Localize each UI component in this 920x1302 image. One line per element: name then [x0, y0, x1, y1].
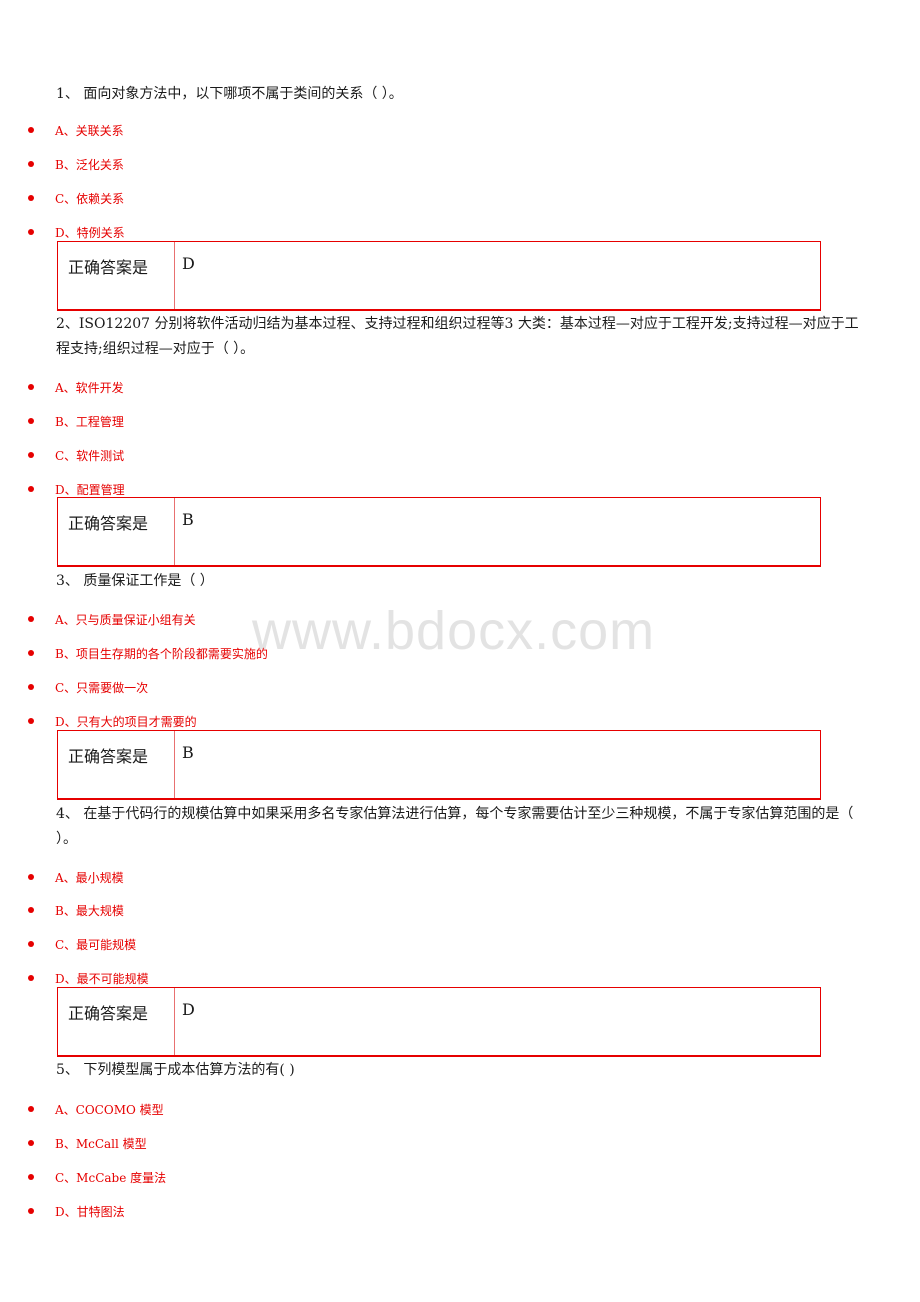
option-label: D、只有大的项目才需要的 [55, 714, 197, 729]
watermark: www.bdocx.com [252, 601, 656, 661]
bullet-icon [28, 452, 34, 458]
question-4-text: 4、 在基于代码行的规模估算中如果采用多名专家估算法进行估算，每个专家需要估计至… [56, 806, 854, 847]
option-3c[interactable]: C、只需要做一次 [28, 677, 148, 697]
bullet-icon [28, 684, 34, 690]
bullet-icon [28, 1208, 34, 1214]
option-3b[interactable]: B、项目生存期的各个阶段都需要实施的 [28, 643, 268, 663]
answer-label: 正确答案是 [58, 731, 175, 798]
bullet-icon [28, 616, 34, 622]
option-5d[interactable]: D、甘特图法 [28, 1201, 125, 1221]
option-label: C、McCabe 度量法 [55, 1170, 167, 1185]
option-label: C、最可能规模 [55, 937, 137, 952]
option-label: B、McCall 模型 [55, 1136, 147, 1151]
option-label: A、最小规模 [55, 870, 124, 885]
option-label: B、工程管理 [55, 414, 124, 429]
answer-value: B [182, 510, 194, 529]
option-label: D、配置管理 [55, 482, 125, 497]
option-5c[interactable]: C、McCabe 度量法 [28, 1167, 166, 1187]
bullet-icon [28, 195, 34, 201]
option-label: A、关联关系 [55, 123, 124, 138]
answer-value: D [182, 254, 195, 273]
option-label: B、项目生存期的各个阶段都需要实施的 [55, 646, 268, 661]
option-2d[interactable]: D、配置管理 [28, 479, 125, 499]
option-1c[interactable]: C、依赖关系 [28, 188, 124, 208]
option-4a[interactable]: A、最小规模 [28, 867, 124, 887]
option-1b[interactable]: B、泛化关系 [28, 154, 124, 174]
option-label: C、只需要做一次 [55, 680, 149, 695]
bullet-icon [28, 718, 34, 724]
answer-label: 正确答案是 [58, 988, 175, 1055]
question-5-text: 5、 下列模型属于成本估算方法的有( ) [56, 1062, 295, 1078]
option-4c[interactable]: C、最可能规模 [28, 934, 136, 954]
bullet-icon [28, 975, 34, 981]
bullet-icon [28, 127, 34, 133]
answer-table-3: 正确答案是 B [57, 730, 821, 800]
option-3a[interactable]: A、只与质量保证小组有关 [28, 609, 196, 629]
question-2-text: 2、ISO12207 分别将软件活动归结为基本过程、支持过程和组织过程等3 大类… [56, 316, 859, 357]
option-1a[interactable]: A、关联关系 [28, 120, 124, 140]
option-3d[interactable]: D、只有大的项目才需要的 [28, 711, 197, 731]
bullet-icon [28, 1140, 34, 1146]
option-label: B、最大规模 [55, 903, 124, 918]
option-label: A、软件开发 [55, 380, 124, 395]
bullet-icon [28, 1174, 34, 1180]
answer-table-2: 正确答案是 B [57, 497, 821, 567]
bullet-icon [28, 907, 34, 913]
answer-table-1: 正确答案是 D [57, 241, 821, 311]
bullet-icon [28, 161, 34, 167]
option-label: C、软件测试 [55, 448, 125, 463]
bullet-icon [28, 486, 34, 492]
bullet-icon [28, 874, 34, 880]
option-label: D、甘特图法 [55, 1204, 125, 1219]
bullet-icon [28, 941, 34, 947]
option-label: C、依赖关系 [55, 191, 125, 206]
option-2a[interactable]: A、软件开发 [28, 377, 124, 397]
option-2c[interactable]: C、软件测试 [28, 445, 124, 465]
option-label: A、COCOMO 模型 [55, 1102, 164, 1117]
option-5b[interactable]: B、McCall 模型 [28, 1133, 147, 1153]
bullet-icon [28, 418, 34, 424]
answer-value: B [182, 743, 194, 762]
bullet-icon [28, 1106, 34, 1112]
bullet-icon [28, 384, 34, 390]
option-1d[interactable]: D、特例关系 [28, 222, 125, 242]
option-label: A、只与质量保证小组有关 [55, 612, 196, 627]
question-1-text: 1、 面向对象方法中，以下哪项不属于类间的关系（ ）。 [56, 86, 403, 102]
answer-table-4: 正确答案是 D [57, 987, 821, 1057]
bullet-icon [28, 229, 34, 235]
answer-label: 正确答案是 [58, 498, 175, 565]
option-2b[interactable]: B、工程管理 [28, 411, 124, 431]
answer-label: 正确答案是 [58, 242, 175, 309]
bullet-icon [28, 650, 34, 656]
question-3-text: 3、 质量保证工作是（ ） [56, 573, 214, 589]
option-label: D、最不可能规模 [55, 971, 149, 986]
option-label: B、泛化关系 [55, 157, 124, 172]
option-4d[interactable]: D、最不可能规模 [28, 968, 149, 988]
option-4b[interactable]: B、最大规模 [28, 900, 124, 920]
option-5a[interactable]: A、COCOMO 模型 [28, 1099, 164, 1119]
option-label: D、特例关系 [55, 225, 125, 240]
answer-value: D [182, 1000, 195, 1019]
